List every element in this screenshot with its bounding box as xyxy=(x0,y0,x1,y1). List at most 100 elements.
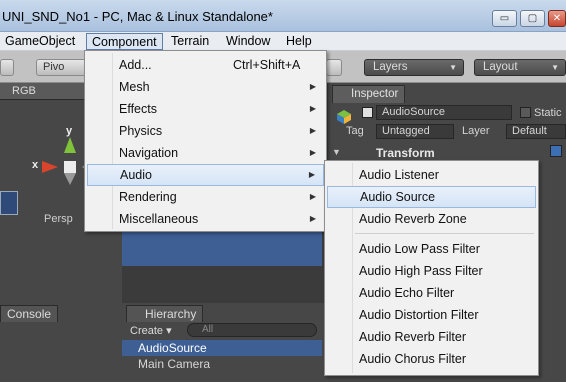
maximize-button[interactable]: ▢ xyxy=(520,10,545,27)
menu-item-label: Audio Reverb Filter xyxy=(359,330,466,344)
hierarchy-row-label: Main Camera xyxy=(138,357,211,371)
active-checkbox[interactable] xyxy=(362,107,373,118)
menu-item-label: Miscellaneous xyxy=(119,212,199,226)
layers-icon-button[interactable] xyxy=(326,59,342,76)
minimize-icon: ▭ xyxy=(499,13,510,24)
static-label: Static xyxy=(534,107,562,119)
menu-item-audio-reverb-filter[interactable]: Audio Reverb Filter xyxy=(327,326,536,348)
menu-item-audio-echo-filter[interactable]: Audio Echo Filter xyxy=(327,282,536,304)
tab-inspector[interactable]: Inspector xyxy=(332,85,406,103)
menu-item-label: Audio Listener xyxy=(359,168,439,182)
submenu-arrow-icon: ▶ xyxy=(309,148,316,157)
tab-console[interactable]: Console xyxy=(0,305,59,322)
menu-item-add[interactable]: Add... Ctrl+Shift+A xyxy=(87,54,324,76)
menu-help[interactable]: Help xyxy=(281,33,317,50)
hand-tool-button[interactable] xyxy=(0,59,14,76)
create-label: Create xyxy=(130,325,164,337)
audio-submenu: Audio Listener Audio Source Audio Reverb… xyxy=(324,160,539,376)
scene-object xyxy=(0,191,18,215)
static-checkbox[interactable] xyxy=(520,107,531,118)
menu-item-label: Audio High Pass Filter xyxy=(359,264,483,278)
layer-value: Default xyxy=(512,125,547,137)
help-icon[interactable] xyxy=(550,145,562,157)
menu-item-audio-high-pass-filter[interactable]: Audio High Pass Filter xyxy=(327,260,536,282)
menu-item-label: Effects xyxy=(119,102,157,116)
maximize-icon: ▢ xyxy=(527,13,538,24)
chevron-down-icon: ▼ xyxy=(449,63,457,72)
close-button[interactable]: ✕ xyxy=(548,10,566,27)
menu-item-label: Physics xyxy=(119,124,163,138)
menu-item-label: Add... xyxy=(119,58,152,72)
layers-dropdown[interactable]: Layers ▼ xyxy=(364,59,464,76)
layer-dropdown[interactable]: Default xyxy=(506,124,566,139)
menu-item-audio-reverb-zone[interactable]: Audio Reverb Zone xyxy=(327,208,536,230)
menu-item-miscellaneous[interactable]: Miscellaneous ▶ xyxy=(87,208,324,230)
gameobject-icon xyxy=(337,110,351,124)
menu-item-label: Audio Reverb Zone xyxy=(359,212,467,226)
menu-item-audio[interactable]: Audio ▶ xyxy=(87,164,324,186)
pivot-label: Pivo xyxy=(43,61,65,73)
console-tab-label: Console xyxy=(7,307,52,321)
inspector-tab-label: Inspector xyxy=(351,88,399,100)
chevron-down-icon: ▼ xyxy=(551,63,559,72)
layout-dropdown[interactable]: Layout ▼ xyxy=(474,59,566,76)
menu-item-effects[interactable]: Effects ▶ xyxy=(87,98,324,120)
layers-label: Layers xyxy=(373,61,408,73)
transform-header[interactable]: Transform xyxy=(376,146,435,160)
hierarchy-row[interactable]: Main Camera xyxy=(122,356,322,372)
menu-item-navigation[interactable]: Navigation ▶ xyxy=(87,142,324,164)
menu-terrain[interactable]: Terrain xyxy=(166,33,214,50)
menu-item-physics[interactable]: Physics ▶ xyxy=(87,120,324,142)
menu-item-audio-listener[interactable]: Audio Listener xyxy=(327,164,536,186)
menu-item-audio-source[interactable]: Audio Source xyxy=(327,186,536,208)
submenu-arrow-icon: ▶ xyxy=(309,192,316,201)
menu-item-mesh[interactable]: Mesh ▶ xyxy=(87,76,324,98)
menu-item-label: Audio xyxy=(120,168,152,182)
submenu-arrow-icon: ▶ xyxy=(309,104,316,113)
layout-label: Layout xyxy=(483,61,518,73)
menu-item-audio-chorus-filter[interactable]: Audio Chorus Filter xyxy=(327,348,536,370)
hierarchy-row[interactable]: AudioSource xyxy=(122,340,322,356)
tag-value: Untagged xyxy=(382,125,430,137)
menu-item-shortcut: Ctrl+Shift+A xyxy=(233,58,301,72)
menu-item-audio-distortion-filter[interactable]: Audio Distortion Filter xyxy=(327,304,536,326)
component-menu: Add... Ctrl+Shift+A Mesh ▶ Effects ▶ Physi… xyxy=(84,50,327,232)
menu-separator xyxy=(355,233,534,234)
minimize-button[interactable]: ▭ xyxy=(492,10,517,27)
hierarchy-tab-label: Hierarchy xyxy=(145,307,197,321)
hierarchy-search-input[interactable]: All xyxy=(187,323,317,337)
window-titlebar: UNI_SND_No1 - PC, Mac & Linux Standalone… xyxy=(0,0,566,32)
object-name-field[interactable]: AudioSource xyxy=(376,105,512,120)
menu-item-label: Mesh xyxy=(119,80,150,94)
pivot-toggle[interactable]: Pivo xyxy=(36,59,86,76)
collapse-arrow-icon[interactable]: ▼ xyxy=(332,147,341,157)
menu-item-label: Audio Chorus Filter xyxy=(359,352,466,366)
menu-item-label: Navigation xyxy=(119,146,179,160)
axis-y-label: y xyxy=(66,125,73,137)
submenu-arrow-icon: ▶ xyxy=(309,214,316,223)
object-name-text: AudioSource xyxy=(382,106,445,118)
menu-item-label: Rendering xyxy=(119,190,177,204)
window-title: UNI_SND_No1 - PC, Mac & Linux Standalone… xyxy=(2,9,273,24)
tab-hierarchy[interactable]: Hierarchy xyxy=(126,305,204,322)
layer-label: Layer xyxy=(462,125,490,137)
game-view-selection xyxy=(122,232,322,266)
close-icon: ✕ xyxy=(552,13,562,24)
search-placeholder: All xyxy=(202,324,214,335)
menu-gameobject[interactable]: GameObject xyxy=(0,33,80,50)
menu-item-audio-low-pass-filter[interactable]: Audio Low Pass Filter xyxy=(327,238,536,260)
submenu-arrow-icon: ▶ xyxy=(309,126,316,135)
submenu-arrow-icon: ▶ xyxy=(309,82,316,91)
render-mode-label[interactable]: RGB xyxy=(12,85,36,97)
perspective-label[interactable]: Persp xyxy=(44,213,73,225)
menu-window[interactable]: Window xyxy=(221,33,275,50)
menu-item-label: Audio Echo Filter xyxy=(359,286,455,300)
menu-item-label: Audio Low Pass Filter xyxy=(359,242,480,256)
create-button[interactable]: Create ▾ xyxy=(130,324,172,337)
menu-item-rendering[interactable]: Rendering ▶ xyxy=(87,186,324,208)
axis-x-label: x xyxy=(32,159,39,171)
menu-item-label: Audio Distortion Filter xyxy=(359,308,479,322)
menu-item-label: Audio Source xyxy=(360,190,436,204)
tag-dropdown[interactable]: Untagged xyxy=(376,124,454,139)
menu-component[interactable]: Component xyxy=(86,33,163,50)
